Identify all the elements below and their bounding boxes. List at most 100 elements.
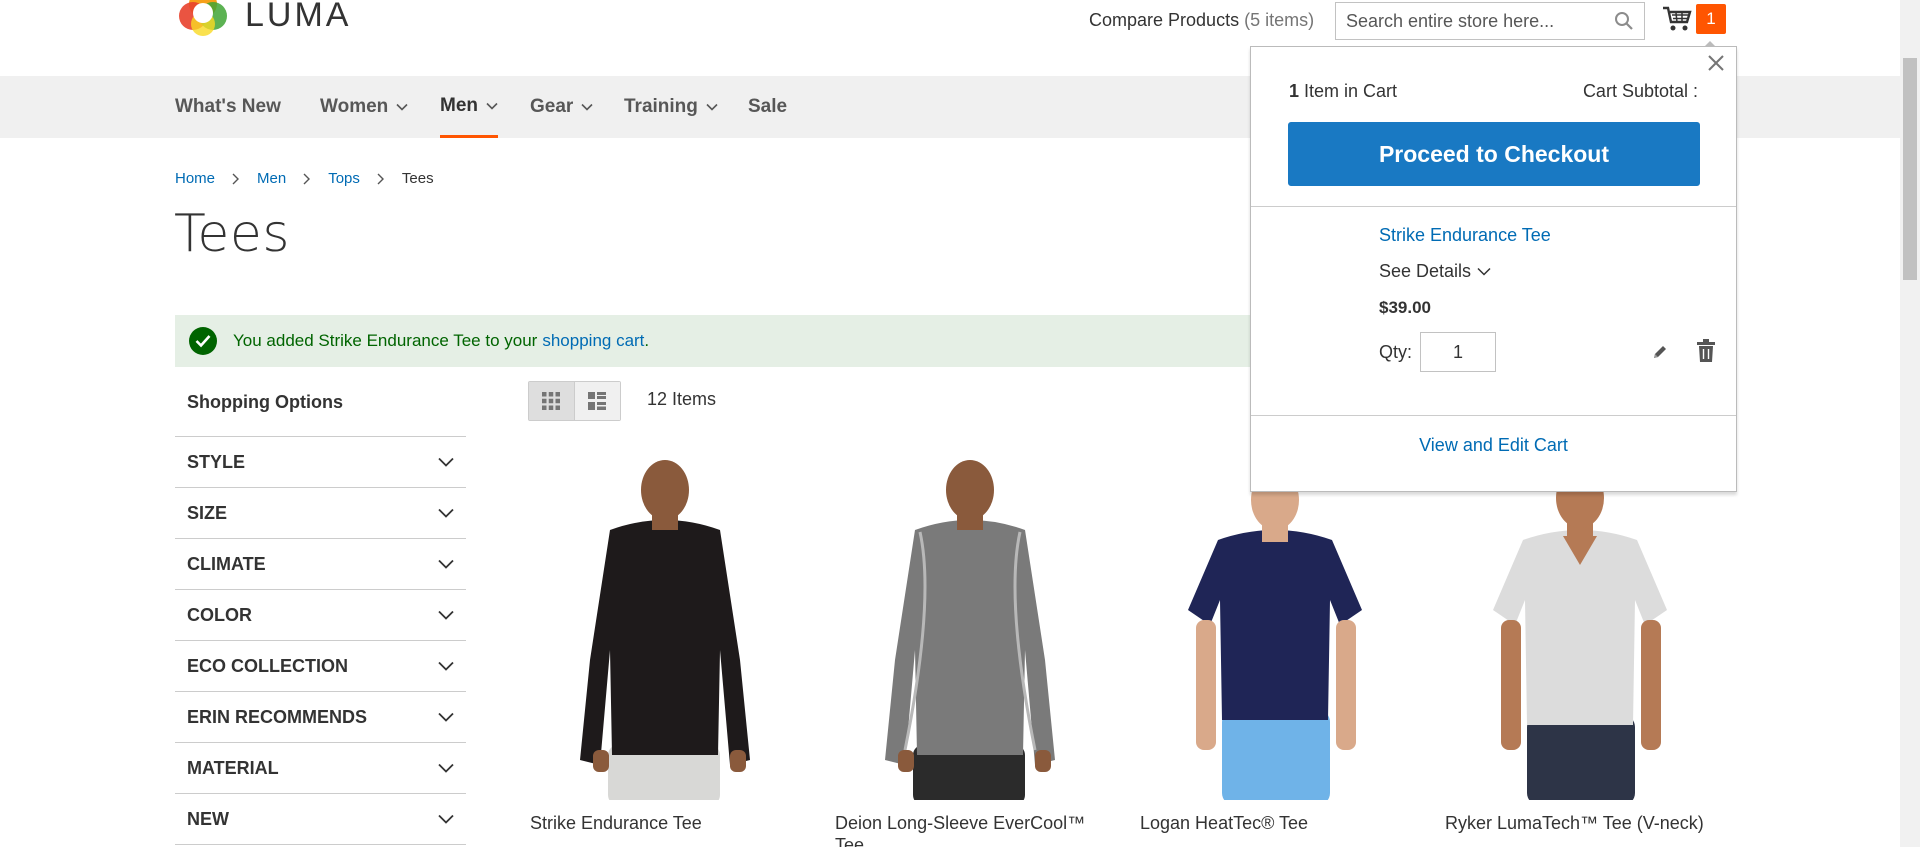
chevron-right-icon	[232, 173, 240, 184]
see-details-label: See Details	[1379, 261, 1472, 281]
nav-item-women[interactable]: Women	[320, 76, 408, 138]
edit-pencil-icon[interactable]	[1651, 343, 1669, 361]
filter-eco-collection[interactable]: ECO COLLECTION	[175, 640, 466, 691]
product-card[interactable]: Logan HeatTec® Tee	[1140, 460, 1410, 833]
minicart-button[interactable]: 1	[1662, 4, 1726, 34]
shopping-cart-icon	[1663, 6, 1692, 31]
search-icon[interactable]	[1614, 11, 1634, 31]
message-suffix: .	[644, 331, 650, 350]
product-image[interactable]	[1445, 460, 1715, 805]
chevron-down-icon	[438, 661, 454, 671]
filter-label: COLOR	[187, 604, 252, 625]
qty-input[interactable]	[1420, 332, 1497, 372]
product-image[interactable]	[1140, 460, 1410, 805]
list-view-button[interactable]	[574, 382, 620, 420]
chevron-down-icon	[581, 103, 593, 111]
shopping-cart-link[interactable]: shopping cart	[542, 331, 644, 351]
chevron-down-icon	[438, 457, 454, 467]
filter-label: MATERIAL	[187, 757, 279, 778]
cart-item-name[interactable]: Strike Endurance Tee	[1379, 225, 1551, 246]
minicart-item-count: 1 Item in Cart	[1289, 81, 1397, 102]
trash-icon[interactable]	[1696, 339, 1716, 363]
see-details-toggle[interactable]: See Details	[1379, 261, 1491, 282]
nav-label: Gear	[530, 96, 574, 117]
minicart-summary: 1 Item in Cart Cart Subtotal :	[1289, 81, 1698, 102]
nav-label: Sale	[748, 96, 788, 117]
chevron-down-icon	[438, 763, 454, 773]
page-scrollbar[interactable]	[1900, 0, 1920, 847]
filter-new[interactable]: NEW	[175, 793, 466, 844]
chevron-down-icon	[486, 102, 498, 110]
minicart-count-label: Item in Cart	[1304, 81, 1398, 101]
divider	[1251, 415, 1736, 416]
product-image[interactable]	[835, 460, 1105, 805]
breadcrumb-tops[interactable]: Tops	[328, 170, 360, 187]
nav-item-sale[interactable]: Sale	[748, 76, 787, 138]
nav-item-whats-new[interactable]: What's New	[175, 76, 281, 138]
filter-material[interactable]: MATERIAL	[175, 742, 466, 793]
qty-label: Qty:	[1379, 341, 1413, 362]
filter-label: STYLE	[187, 451, 246, 472]
filter-size[interactable]: SIZE	[175, 487, 466, 538]
chevron-down-icon	[438, 559, 454, 569]
divider	[1251, 206, 1736, 207]
filter-erin-recommends[interactable]: ERIN RECOMMENDS	[175, 691, 466, 742]
chevron-right-icon	[377, 173, 384, 184]
filter-label: CLIMATE	[187, 553, 266, 574]
shorts-shape	[1222, 710, 1330, 805]
compare-label: Compare Products	[1089, 10, 1240, 30]
shopping-options-title: Shopping Options	[187, 392, 343, 412]
chevron-down-icon	[706, 103, 718, 111]
chevron-down-icon	[1477, 267, 1491, 276]
chevron-right-icon	[303, 173, 311, 184]
nav-label: Training	[624, 96, 698, 117]
filter-climate[interactable]: CLIMATE	[175, 538, 466, 589]
breadcrumb-current: Tees	[401, 170, 434, 187]
filter-color[interactable]: COLOR	[175, 589, 466, 640]
filter-label: ERIN RECOMMENDS	[187, 706, 368, 727]
filter-label: SIZE	[187, 502, 228, 523]
product-name[interactable]: Strike Endurance Tee	[530, 812, 800, 834]
compare-products-link[interactable]: Compare Products (5 items)	[1089, 10, 1314, 31]
search-box	[1335, 2, 1645, 40]
minicart-count-number: 1	[1289, 81, 1300, 101]
chevron-down-icon	[438, 508, 454, 518]
filter-style[interactable]: STYLE	[175, 436, 466, 487]
filter-label: NEW	[187, 808, 229, 829]
cart-count-badge: 1	[1696, 4, 1726, 34]
chevron-down-icon	[396, 103, 408, 111]
nav-label: What's New	[175, 96, 281, 117]
luma-logo[interactable]: LUMA	[175, 0, 351, 40]
success-message: You added Strike Endurance Tee to your s…	[175, 315, 1255, 367]
minicart-dropdown: 1 Item in Cart Cart Subtotal : Proceed t…	[1250, 41, 1737, 492]
scrollbar-thumb[interactable]	[1903, 58, 1917, 280]
proceed-to-checkout-button[interactable]: Proceed to Checkout	[1288, 122, 1700, 186]
product-card[interactable]: Ryker LumaTech™ Tee (V-neck)	[1445, 460, 1715, 833]
nav-item-men[interactable]: Men	[440, 76, 498, 138]
chevron-down-icon	[438, 814, 454, 824]
product-image[interactable]	[530, 460, 800, 805]
search-input[interactable]	[1336, 3, 1596, 39]
luma-logo-icon	[179, 0, 227, 36]
nav-item-training[interactable]: Training	[624, 76, 718, 138]
view-and-edit-cart-link[interactable]: View and Edit Cart	[1251, 435, 1736, 456]
product-card[interactable]: Strike Endurance Tee	[530, 460, 800, 833]
product-name[interactable]: Logan HeatTec® Tee	[1140, 812, 1410, 834]
breadcrumb-men[interactable]: Men	[257, 170, 286, 187]
view-mode-switcher	[528, 381, 621, 421]
nav-label: Men	[440, 94, 478, 116]
close-icon[interactable]	[1704, 51, 1728, 75]
breadcrumb-home[interactable]: Home	[175, 170, 215, 187]
breadcrumb: Home Men Tops Tees	[175, 170, 434, 187]
item-count: 12 Items	[647, 389, 717, 409]
product-card[interactable]: Deion Long-Sleeve EverCool™ Tee	[835, 460, 1105, 847]
checkmark-icon	[189, 327, 217, 355]
compare-count: (5 items)	[1244, 10, 1315, 30]
product-name[interactable]: Deion Long-Sleeve EverCool™ Tee	[835, 812, 1105, 847]
grid-view-button[interactable]	[529, 382, 575, 420]
logo-text: LUMA	[245, 0, 352, 34]
list-icon	[588, 392, 607, 410]
nav-item-gear[interactable]: Gear	[530, 76, 593, 138]
nav-label: Women	[320, 96, 389, 117]
product-name[interactable]: Ryker LumaTech™ Tee (V-neck)	[1445, 812, 1715, 834]
